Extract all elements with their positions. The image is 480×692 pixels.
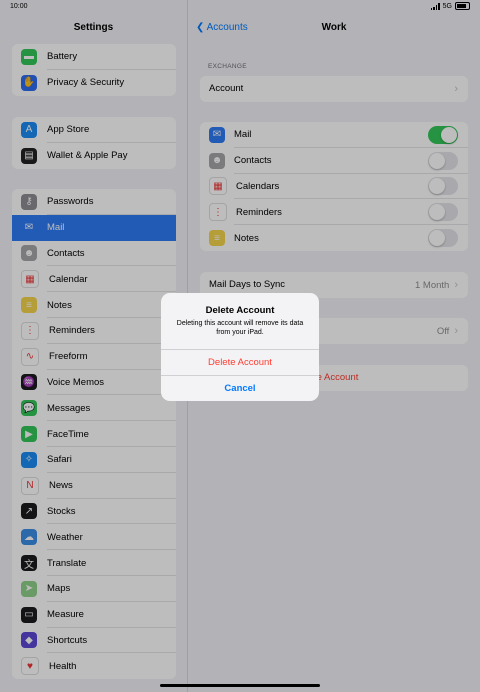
signal-icon bbox=[430, 2, 440, 10]
confirm-delete-account-button[interactable]: Delete Account bbox=[161, 349, 319, 375]
status-bar: 10:00 5G bbox=[0, 0, 480, 14]
status-right: 5G bbox=[430, 2, 470, 10]
delete-account-alert: Delete Account Deleting this account wil… bbox=[161, 293, 319, 401]
alert-title: Delete Account bbox=[205, 305, 275, 316]
battery-icon bbox=[455, 2, 470, 10]
cancel-button[interactable]: Cancel bbox=[161, 375, 319, 401]
home-indicator[interactable] bbox=[160, 684, 320, 687]
ipad-screen: 10:00 5G Settings ▬ Battery ✋ Privacy & Sec… bbox=[0, 0, 480, 692]
status-time: 10:00 bbox=[10, 3, 28, 10]
alert-message: Deleting this account will remove its da… bbox=[176, 320, 304, 336]
network-label: 5G bbox=[442, 2, 452, 10]
